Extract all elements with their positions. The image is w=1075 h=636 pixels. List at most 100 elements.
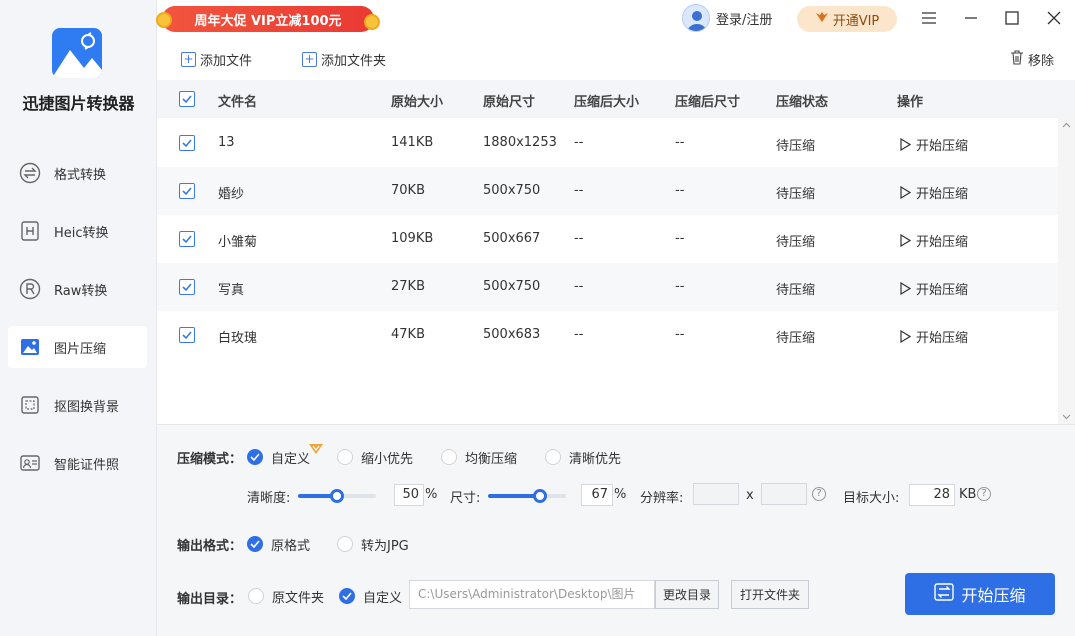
- output-path-input[interactable]: C:\Users\Administrator\Desktop\图片: [409, 580, 655, 609]
- scroll-down-icon: [1058, 412, 1075, 422]
- sidebar-item-id-photo[interactable]: 智能证件照: [8, 442, 147, 484]
- compress-mode-label: 压缩模式：: [177, 448, 242, 467]
- maximize-icon[interactable]: [1001, 7, 1023, 29]
- file-name: 写真: [218, 279, 244, 298]
- close-icon[interactable]: [1043, 7, 1065, 29]
- mode-shrink-radio[interactable]: [337, 449, 353, 465]
- minimize-icon[interactable]: [960, 7, 982, 29]
- format-original-radio[interactable]: [247, 536, 263, 552]
- clarity-label: 清晰度:: [247, 487, 290, 506]
- start-compress-button[interactable]: 开始压缩: [905, 573, 1055, 615]
- dir-original-label: 原文件夹: [272, 587, 324, 606]
- target-size-unit: KB: [959, 487, 976, 502]
- dir-original-radio[interactable]: [248, 588, 264, 604]
- play-icon: [899, 234, 911, 247]
- compress-icon: [934, 583, 954, 605]
- original-size: 27KB: [391, 279, 425, 294]
- format-jpg-radio[interactable]: [337, 536, 353, 552]
- dir-custom-radio[interactable]: [339, 588, 355, 604]
- action-label: 开始压缩: [916, 231, 968, 250]
- raw-icon: [18, 277, 42, 301]
- coin-icon: [364, 14, 380, 30]
- size-percent: %: [614, 487, 626, 502]
- play-icon: [899, 186, 911, 199]
- vip-crown-icon: [815, 11, 829, 27]
- scroll-up-icon: [1058, 120, 1075, 130]
- original-dimensions: 500x750: [483, 183, 540, 198]
- compressed-size: --: [574, 279, 583, 294]
- mode-custom-radio[interactable]: [247, 449, 263, 465]
- mode-clarity-label: 清晰优先: [569, 448, 621, 467]
- select-all-checkbox[interactable]: [179, 91, 195, 107]
- remove-label: 移除: [1028, 50, 1054, 69]
- compressed-dimensions: --: [675, 183, 684, 198]
- action-label: 开始压缩: [916, 279, 968, 298]
- heic-icon: [18, 219, 42, 243]
- menu-icon[interactable]: [918, 7, 940, 29]
- row-checkbox[interactable]: [179, 183, 195, 199]
- row-checkbox[interactable]: [179, 231, 195, 247]
- resolution-x-label: x: [746, 488, 754, 503]
- sidebar-item-cutout[interactable]: 抠图换背景: [8, 384, 147, 426]
- file-name: 婚纱: [218, 183, 244, 202]
- table-scrollbar[interactable]: [1058, 118, 1075, 424]
- vip-label: 开通VIP: [833, 10, 880, 29]
- cutout-icon: [18, 393, 42, 417]
- remove-button[interactable]: 移除: [1010, 50, 1054, 69]
- sidebar-item-label: 格式转换: [54, 164, 106, 183]
- add-file-label: 添加文件: [200, 50, 252, 69]
- sidebar-item-label: Raw转换: [54, 280, 107, 299]
- sidebar-item-heic[interactable]: Heic转换: [8, 210, 147, 252]
- target-size-help-icon[interactable]: ?: [977, 487, 991, 501]
- original-size: 47KB: [391, 327, 425, 342]
- start-compress-action[interactable]: 开始压缩: [899, 231, 968, 250]
- table-row: 小雏菊 109KB 500x667 -- -- 待压缩 开始压缩: [157, 215, 1058, 263]
- compressed-size: --: [574, 231, 583, 246]
- sidebar-item-compress[interactable]: 图片压缩: [8, 326, 147, 368]
- row-checkbox[interactable]: [179, 135, 195, 151]
- size-slider-knob[interactable]: [533, 489, 547, 503]
- promo-banner[interactable]: 周年大促 VIP立减100元: [162, 6, 374, 32]
- open-folder-button[interactable]: 打开文件夹: [731, 580, 809, 609]
- compressed-size: --: [574, 135, 583, 150]
- original-dimensions: 1880x1253: [483, 135, 557, 150]
- resolution-width-input[interactable]: [693, 483, 739, 505]
- size-slider[interactable]: [488, 494, 566, 498]
- target-size-input[interactable]: 28: [909, 484, 955, 506]
- start-compress-action[interactable]: 开始压缩: [899, 327, 968, 346]
- column-header: 文件名: [218, 91, 257, 110]
- file-name: 小雏菊: [218, 231, 257, 250]
- start-compress-action[interactable]: 开始压缩: [899, 135, 968, 154]
- change-dir-button[interactable]: 更改目录: [655, 580, 719, 609]
- mode-balanced-label: 均衡压缩: [465, 448, 517, 467]
- compressed-size: --: [574, 183, 583, 198]
- mode-balanced-radio[interactable]: [441, 449, 457, 465]
- sidebar-item-format-convert[interactable]: 格式转换: [8, 152, 147, 194]
- resolution-height-input[interactable]: [761, 483, 807, 505]
- original-size: 109KB: [391, 231, 433, 246]
- vip-button[interactable]: 开通VIP: [797, 6, 897, 32]
- clarity-slider[interactable]: [298, 494, 376, 498]
- resolution-help-icon[interactable]: ?: [812, 487, 826, 501]
- original-dimensions: 500x683: [483, 327, 540, 342]
- start-compress-action[interactable]: 开始压缩: [899, 183, 968, 202]
- clarity-input[interactable]: 50: [394, 484, 424, 506]
- play-icon: [899, 330, 911, 343]
- row-checkbox[interactable]: [179, 327, 195, 343]
- mode-clarity-radio[interactable]: [545, 449, 561, 465]
- compress-status: 待压缩: [776, 231, 815, 250]
- login-button[interactable]: 登录/注册: [682, 4, 772, 32]
- size-input[interactable]: 67: [581, 484, 613, 506]
- clarity-percent: %: [425, 487, 437, 502]
- start-compress-action[interactable]: 开始压缩: [899, 279, 968, 298]
- add-folder-button[interactable]: + 添加文件夹: [302, 50, 386, 69]
- clarity-slider-knob[interactable]: [330, 489, 344, 503]
- add-file-button[interactable]: + 添加文件: [181, 50, 252, 69]
- output-format-label: 输出格式：: [177, 535, 242, 554]
- sidebar-item-raw[interactable]: Raw转换: [8, 268, 147, 310]
- row-checkbox[interactable]: [179, 279, 195, 295]
- compressed-dimensions: --: [675, 279, 684, 294]
- sidebar-item-label: 智能证件照: [54, 454, 119, 473]
- original-size: 70KB: [391, 183, 425, 198]
- action-label: 开始压缩: [916, 135, 968, 154]
